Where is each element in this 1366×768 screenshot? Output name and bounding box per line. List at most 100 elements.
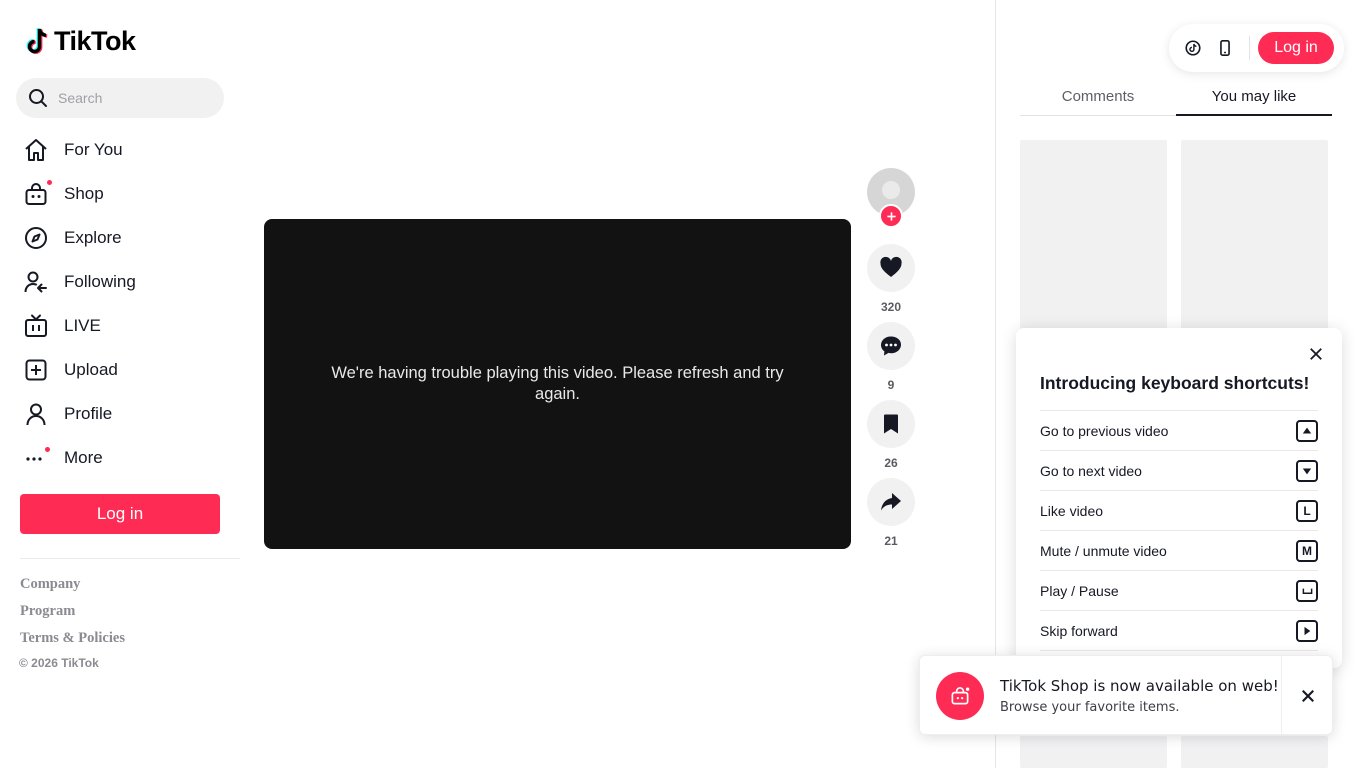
down-arrow-key-icon <box>1296 459 1318 482</box>
shortcut-label: Play / Pause <box>1040 582 1119 599</box>
notification-dot <box>47 180 52 185</box>
shortcut-key: L <box>1296 499 1318 522</box>
toast-title: TikTok Shop is now available on web! <box>1000 677 1279 695</box>
sidebar-item-more[interactable]: More <box>16 436 224 480</box>
shortcut-label: Go to previous video <box>1040 422 1169 439</box>
video-player[interactable]: We're having trouble playing this video.… <box>264 219 851 549</box>
notification-dot <box>45 447 50 452</box>
comment-button[interactable] <box>867 322 915 370</box>
shortcut-label: Go to next video <box>1040 462 1142 479</box>
sidebar-item-upload[interactable]: Upload <box>16 348 224 392</box>
shop-toast: TikTok Shop is now available on web! Bro… <box>919 655 1333 735</box>
share-arrow-icon <box>881 493 901 511</box>
upload-plus-icon <box>22 356 50 384</box>
compass-icon <box>22 224 50 252</box>
search-bar[interactable] <box>16 78 224 118</box>
sidebar-item-live[interactable]: LIVE <box>16 304 224 348</box>
shortcut-row: Mute / unmute video M <box>1040 530 1318 570</box>
close-icon[interactable] <box>1306 344 1326 364</box>
save-action: 26 <box>867 400 915 470</box>
shortcut-row: Go to next video <box>1040 450 1318 490</box>
sidebar-item-label: Following <box>64 272 136 291</box>
tiktok-coin-icon[interactable] <box>1183 38 1203 58</box>
tab-comments[interactable]: Comments <box>1020 80 1176 115</box>
right-panel-tabs: Comments You may like <box>1020 80 1332 116</box>
search-input[interactable] <box>58 90 208 106</box>
share-button[interactable] <box>867 478 915 526</box>
recommended-video-thumbnail[interactable] <box>1020 140 1167 340</box>
shortcuts-title: Introducing keyboard shortcuts! <box>1040 373 1310 393</box>
shortcut-row: Like video L <box>1040 490 1318 530</box>
like-action: 320 <box>867 244 915 314</box>
header-actions: Log in <box>1169 24 1344 72</box>
sidebar-item-shop[interactable]: Shop <box>16 172 224 216</box>
sidebar-item-profile[interactable]: Profile <box>16 392 224 436</box>
shortcut-label: Like video <box>1040 502 1104 519</box>
tiktok-page: TikTok For You Shop <box>0 0 1366 768</box>
header-login-button[interactable]: Log in <box>1258 32 1334 64</box>
sidebar-item-label: More <box>64 448 103 467</box>
comment-count: 9 <box>887 378 895 392</box>
shortcut-label: Skip forward <box>1040 622 1118 639</box>
following-user-icon <box>22 268 50 296</box>
sidebar-item-label: Explore <box>64 228 122 247</box>
sidebar-divider <box>20 558 240 559</box>
like-button[interactable] <box>867 244 915 292</box>
comment-bubble-icon <box>881 336 901 356</box>
home-icon <box>22 136 50 164</box>
follow-button[interactable] <box>879 204 903 228</box>
logo-text: TikTok <box>54 26 136 56</box>
heart-icon <box>880 256 902 277</box>
up-arrow-key-icon <box>1296 419 1318 442</box>
save-button[interactable] <box>867 400 915 448</box>
live-tv-icon <box>22 312 50 340</box>
recommended-video-thumbnail[interactable] <box>1181 140 1328 340</box>
sidebar-item-label: Profile <box>64 404 113 423</box>
sidebar-footer: Company Program Terms & Policies <box>20 576 125 657</box>
toast-subtitle: Browse your favorite items. <box>1000 700 1180 715</box>
like-count: 320 <box>880 300 902 314</box>
tab-you-may-like[interactable]: You may like <box>1176 80 1332 116</box>
sidebar-login-button[interactable]: Log in <box>20 494 220 534</box>
sidebar-nav: For You Shop Explore Following LIVE Uplo… <box>16 128 224 480</box>
shortcut-row: Go to previous video <box>1040 410 1318 450</box>
sidebar-item-for-you[interactable]: For You <box>16 128 224 172</box>
avatar-placeholder-icon <box>882 181 900 199</box>
footer-link-program[interactable]: Program <box>20 603 125 630</box>
recommended-video-thumbnail[interactable] <box>1020 736 1167 768</box>
tiktok-note-icon <box>26 27 48 54</box>
more-dots-icon <box>22 444 50 472</box>
copyright-text: © 2026 TikTok <box>19 656 99 670</box>
recommended-video-thumbnail[interactable] <box>1181 736 1328 768</box>
plus-icon <box>886 211 896 221</box>
sidebar-item-label: Shop <box>64 184 104 203</box>
mobile-device-icon[interactable] <box>1215 38 1235 58</box>
search-icon <box>29 89 47 107</box>
sidebar-item-following[interactable]: Following <box>16 260 224 304</box>
sidebar-item-explore[interactable]: Explore <box>16 216 224 260</box>
header-divider <box>1249 36 1250 60</box>
sidebar-item-label: LIVE <box>64 316 101 335</box>
save-count: 26 <box>884 456 898 470</box>
footer-link-terms[interactable]: Terms & Policies <box>20 630 125 657</box>
shortcut-row: Skip forward <box>1040 610 1318 650</box>
bookmark-icon <box>884 414 898 434</box>
close-icon[interactable] <box>1299 687 1317 705</box>
shortcut-key: M <box>1296 539 1318 562</box>
footer-link-company[interactable]: Company <box>20 576 125 603</box>
share-count: 21 <box>884 534 898 548</box>
shortcut-row: Play / Pause <box>1040 570 1318 610</box>
shortcut-label: Mute / unmute video <box>1040 542 1167 559</box>
profile-user-icon <box>22 400 50 428</box>
sidebar: TikTok For You Shop <box>0 0 240 768</box>
shop-bag-icon <box>936 672 984 720</box>
tiktok-logo[interactable]: TikTok <box>24 26 136 57</box>
space-key-icon <box>1296 579 1318 602</box>
keyboard-shortcuts-popup: Introducing keyboard shortcuts! Go to pr… <box>1016 328 1342 668</box>
share-action: 21 <box>867 478 915 548</box>
comment-action: 9 <box>867 322 915 392</box>
video-error-message: We're having trouble playing this video.… <box>331 364 784 403</box>
right-arrow-key-icon <box>1296 619 1318 642</box>
sidebar-item-label: Upload <box>64 360 118 379</box>
sidebar-item-label: For You <box>64 140 123 159</box>
